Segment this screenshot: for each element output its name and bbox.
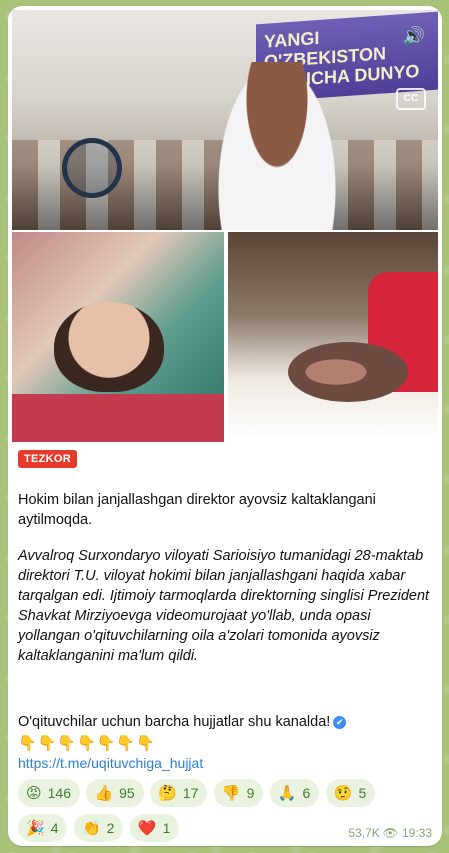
status-badge: TEZKOR bbox=[18, 450, 78, 468]
reaction-clap[interactable]: 👏 2 bbox=[73, 814, 124, 842]
reaction-count: 17 bbox=[182, 785, 199, 801]
reaction-heart[interactable]: ❤️ 1 bbox=[129, 814, 180, 842]
pray-emoji-icon: 🙏 bbox=[277, 785, 297, 802]
photo-right[interactable] bbox=[228, 232, 438, 442]
photo-left[interactable] bbox=[12, 232, 224, 442]
reaction-count: 9 bbox=[246, 785, 255, 801]
reaction-count: 4 bbox=[50, 820, 59, 836]
party-popper-icon: 🎉 bbox=[26, 820, 45, 837]
volume-icon[interactable]: 🔊 bbox=[402, 24, 426, 48]
reaction-count: 2 bbox=[106, 820, 115, 836]
thumbs-down-icon: 👎 bbox=[221, 785, 241, 802]
reaction-pray[interactable]: 🙏 6 bbox=[269, 779, 320, 807]
angry-emoji-icon: 😡 bbox=[26, 785, 42, 802]
thinking-emoji-icon: 🤔 bbox=[158, 785, 177, 802]
message-bubble: YANGI O'ZBEKISTON MAGICHA DUNYO 🔊 CC TEZ… bbox=[8, 6, 442, 846]
fan-graphic bbox=[62, 138, 122, 198]
promo-line: O'qituvchilar uchun barcha hujjatlar shu… bbox=[18, 712, 430, 732]
thumbs-up-icon: 👍 bbox=[94, 785, 114, 802]
reaction-thumbs-up[interactable]: 👍 95 bbox=[86, 779, 144, 807]
verified-icon: ✔ bbox=[333, 716, 347, 729]
message-time: 19:33 bbox=[401, 826, 432, 840]
person-figure bbox=[217, 62, 337, 230]
reaction-thinking[interactable]: 🤔 17 bbox=[150, 779, 208, 807]
heart-icon: ❤️ bbox=[137, 820, 157, 837]
reaction-count: 95 bbox=[119, 785, 135, 801]
patient-face bbox=[288, 342, 408, 402]
red-sheet bbox=[12, 394, 224, 442]
raised-eyebrow-icon: 🤨 bbox=[333, 785, 353, 802]
reaction-count: 146 bbox=[47, 785, 71, 801]
post-paragraph: Avvalroq Surxondaryo viloyati Sarioisiyo… bbox=[18, 548, 430, 664]
video-media[interactable]: YANGI O'ZBEKISTON MAGICHA DUNYO 🔊 CC bbox=[12, 10, 438, 230]
view-count: 53,7K bbox=[348, 826, 380, 840]
channel-link[interactable]: https://t.me/uqituvchiga_hujjat bbox=[18, 755, 203, 771]
post-headline: Hokim bilan janjallashgan direktor ayovs… bbox=[18, 492, 376, 528]
clap-icon: 👏 bbox=[81, 820, 101, 837]
reaction-count: 6 bbox=[302, 785, 311, 801]
message-meta: 53,7K 👁 19:33 bbox=[348, 826, 432, 840]
reaction-skeptical[interactable]: 🤨 5 bbox=[325, 779, 376, 807]
reaction-angry[interactable]: 😡 146 bbox=[18, 779, 80, 807]
promo-text: O'qituvchilar uchun barcha hujjatlar shu… bbox=[18, 714, 331, 730]
pointing-hands: 👇👇👇👇👇👇👇 bbox=[18, 735, 156, 752]
reaction-count: 5 bbox=[358, 785, 367, 801]
reactions-row: 😡 146 👍 95 🤔 17 👎 9 🙏 6 🤨 5 bbox=[18, 779, 432, 807]
closed-captions-icon[interactable]: CC bbox=[396, 88, 426, 110]
eye-icon: 👁 bbox=[382, 826, 398, 840]
reaction-thumbs-down[interactable]: 👎 9 bbox=[213, 779, 264, 807]
reaction-count: 1 bbox=[162, 820, 171, 836]
reaction-party[interactable]: 🎉 4 bbox=[18, 814, 68, 842]
patient-face bbox=[54, 302, 164, 392]
